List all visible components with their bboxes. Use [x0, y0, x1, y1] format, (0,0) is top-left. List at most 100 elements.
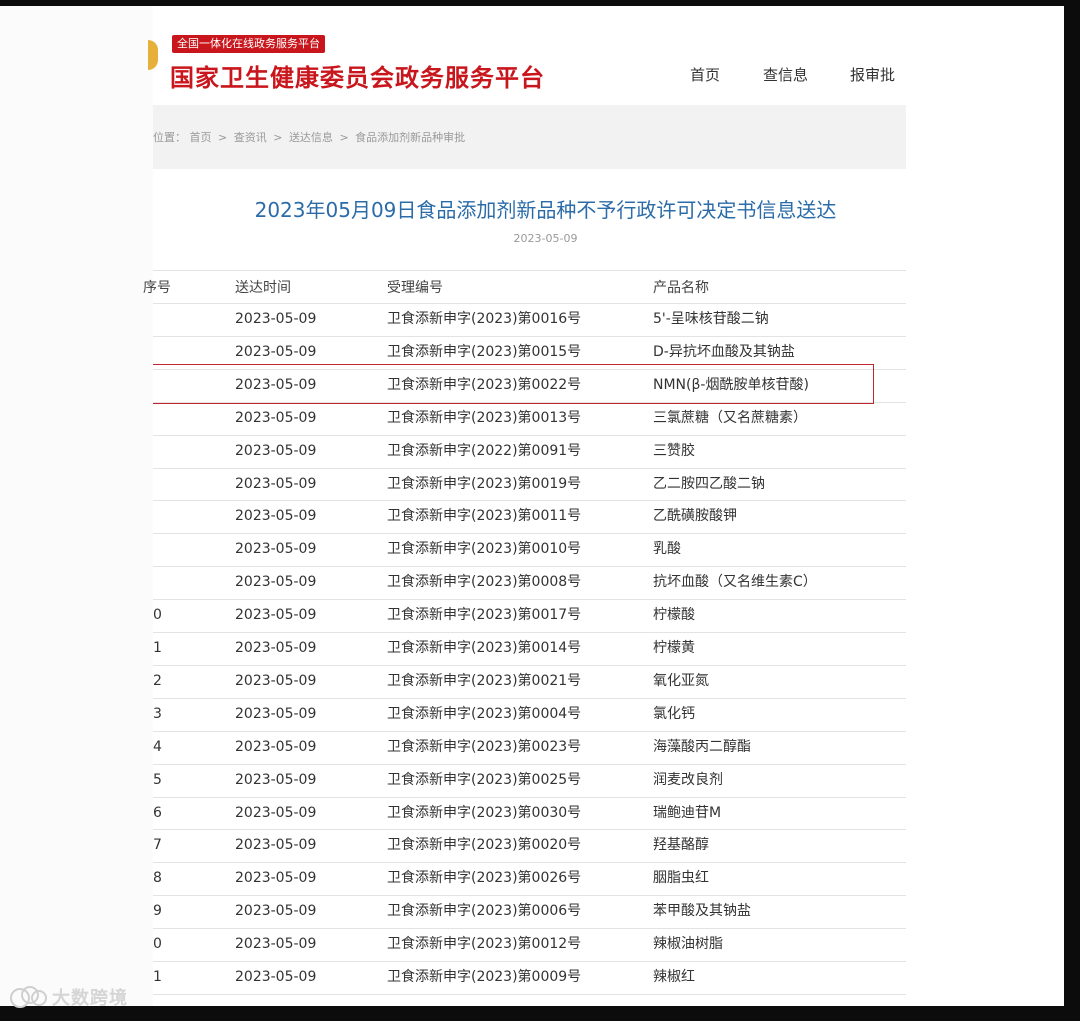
table-rule — [153, 335, 906, 337]
table-row: 3 2023-05-09 卫食添新申字(2023)第0004号 氯化钙 — [153, 698, 906, 731]
row-date: 2023-05-09 — [235, 475, 317, 492]
row-number: 4 — [153, 738, 162, 755]
row-date: 2023-05-09 — [235, 508, 317, 525]
row-product-name: 氧化亚氮 — [653, 672, 709, 689]
article-date: 2023-05-09 — [513, 232, 578, 245]
row-date: 2023-05-09 — [235, 640, 317, 656]
row-date: 2023-05-09 — [235, 771, 317, 788]
row-number: 8 — [153, 870, 162, 887]
row-product-name: 海藻酸丙二醇酯 — [653, 738, 751, 755]
table-rule — [153, 961, 906, 962]
row-product-name: 氯化钙 — [653, 705, 695, 722]
row-code: 卫食添新申字(2023)第0008号 — [387, 574, 582, 591]
row-code: 卫食添新申字(2023)第0004号 — [387, 705, 582, 722]
row-date: 2023-05-09 — [235, 409, 317, 426]
table-row: 2023-05-09 卫食添新申字(2023)第0011号 乙酰磺胺酸钾 — [153, 500, 906, 533]
row-number: 1 — [153, 969, 162, 985]
table-header: 序号 送达时间 受理编号 产品名称 — [143, 270, 906, 303]
row-code: 卫食添新申字(2023)第0025号 — [387, 771, 582, 788]
row-code: 卫食添新申字(2023)第0010号 — [387, 541, 582, 558]
row-code: 卫食添新申字(2023)第0009号 — [387, 969, 582, 985]
row-product-name: 5'-呈味核苷酸二钠 — [653, 311, 769, 327]
article-title: 2023年05月09日食品添加剂新品种不予行政许可决定书信息送达 — [254, 198, 837, 222]
table-row: 0 2023-05-09 卫食添新申字(2023)第0017号 柠檬酸 — [153, 599, 906, 632]
row-date: 2023-05-09 — [235, 936, 317, 953]
row-code: 卫食添新申字(2023)第0014号 — [387, 640, 582, 656]
row-number: 3 — [153, 705, 162, 722]
row-number: 0 — [153, 936, 162, 953]
breadcrumb-prefix: 位置： — [153, 131, 186, 144]
breadcrumb-separator: > — [218, 131, 228, 144]
table-row: 2023-05-09 卫食添新申字(2023)第0013号 三氯蔗糖（又名蔗糖素） — [153, 402, 906, 435]
table-row: 1 2023-05-09 卫食添新申字(2023)第0014号 柠檬黄 — [153, 632, 906, 665]
breadcrumb-news[interactable]: 查资讯 — [234, 131, 267, 144]
row-code: 卫食添新申字(2023)第0017号 — [387, 607, 582, 624]
table-row: 1 2023-05-09 卫食添新申字(2023)第0009号 辣椒红 — [153, 961, 906, 994]
row-code: 卫食添新申字(2023)第0011号 — [387, 508, 582, 525]
table-rule — [153, 632, 906, 633]
row-code: 卫食添新申字(2023)第0006号 — [387, 903, 582, 920]
table-rule — [153, 697, 906, 699]
row-date: 2023-05-09 — [235, 541, 317, 558]
row-product-name: D-异抗坏血酸及其钠盐 — [653, 343, 795, 360]
row-number: 0 — [153, 607, 162, 624]
row-number: 2 — [153, 672, 162, 689]
header-date: 送达时间 — [235, 280, 291, 296]
nav-home[interactable]: 首页 — [690, 64, 720, 85]
table-rule — [153, 895, 906, 897]
row-code: 卫食添新申字(2023)第0026号 — [387, 870, 582, 887]
table-rule — [153, 467, 906, 469]
header-no-text: 序号 — [143, 280, 171, 296]
breadcrumb: 位置： 首页 > 查资讯 > 送达信息 > 食品添加剂新品种审批 — [153, 129, 465, 145]
row-date: 2023-05-09 — [235, 870, 317, 887]
row-product-name: 羟基酪醇 — [653, 837, 709, 854]
left-margin — [0, 6, 153, 1006]
nav-apply-approval[interactable]: 报审批 — [850, 64, 895, 85]
row-date: 2023-05-09 — [235, 903, 317, 920]
table-row: 2023-05-09 卫食添新申字(2023)第0016号 5'-呈味核苷酸二钠 — [153, 303, 906, 336]
header-product: 产品名称 — [653, 280, 709, 296]
table-row: 2023-05-09 卫食添新申字(2023)第0010号 乳酸 — [153, 533, 906, 566]
nav-search-info[interactable]: 查信息 — [763, 64, 808, 85]
table-row: 9 2023-05-09 卫食添新申字(2023)第0006号 苯甲酸及其钠盐 — [153, 895, 906, 928]
table-row: 8 2023-05-09 卫食添新申字(2023)第0026号 胭脂虫红 — [153, 862, 906, 895]
row-code: 卫食添新申字(2023)第0020号 — [387, 837, 582, 854]
row-date: 2023-05-09 — [235, 343, 317, 360]
table-row: 4 2023-05-09 卫食添新申字(2023)第0023号 海藻酸丙二醇酯 — [153, 731, 906, 764]
row-number: 9 — [153, 903, 162, 920]
row-date: 2023-05-09 — [235, 804, 317, 821]
row-number: 6 — [153, 804, 162, 821]
row-date: 2023-05-09 — [235, 837, 317, 854]
table-rule — [153, 730, 906, 732]
platform-badge[interactable]: 全国一体化在线政务服务平台 — [172, 35, 325, 53]
breadcrumb-home[interactable]: 首页 — [190, 131, 212, 144]
row-product-name: 乳酸 — [653, 541, 681, 558]
row-date: 2023-05-09 — [235, 705, 317, 722]
header-no: 序号 — [143, 278, 171, 298]
table-rule — [153, 796, 906, 798]
table-row: 6 2023-05-09 卫食添新申字(2023)第0030号 瑞鲍迪苷M — [153, 797, 906, 830]
table-rule — [153, 862, 906, 864]
table-rule — [153, 533, 906, 535]
table-row: 2 2023-05-09 卫食添新申字(2023)第0021号 氧化亚氮 — [153, 665, 906, 698]
breadcrumb-current: 食品添加剂新品种审批 — [355, 131, 466, 144]
row-code: 卫食添新申字(2023)第0015号 — [387, 343, 582, 360]
table-rule — [153, 829, 906, 831]
table-row: 2023-05-09 卫食添新申字(2022)第0091号 三赞胶 — [153, 435, 906, 468]
site-title[interactable]: 国家卫生健康委员会政务服务平台 — [170, 58, 545, 93]
row-code: 卫食添新申字(2023)第0012号 — [387, 936, 582, 953]
row-product-name: 乙酰磺胺酸钾 — [653, 508, 737, 525]
row-date: 2023-05-09 — [235, 738, 317, 755]
row-code: 卫食添新申字(2023)第0016号 — [387, 311, 582, 327]
watermark-text: 大数跨境 — [52, 988, 128, 1009]
table-row: 2023-05-09 卫食添新申字(2023)第0019号 乙二胺四乙酸二钠 — [153, 468, 906, 501]
table-rule — [153, 434, 906, 436]
table-row: 5 2023-05-09 卫食添新申字(2023)第0025号 润麦改良剂 — [153, 764, 906, 797]
row-code: 卫食添新申字(2023)第0013号 — [387, 409, 582, 426]
breadcrumb-delivery[interactable]: 送达信息 — [289, 131, 333, 144]
row-product-name: 润麦改良剂 — [653, 771, 723, 788]
row-code: 卫食添新申字(2023)第0021号 — [387, 672, 582, 689]
table-row: 0 2023-05-09 卫食添新申字(2023)第0012号 辣椒油树脂 — [153, 928, 906, 961]
row-date: 2023-05-09 — [235, 442, 317, 459]
row-product-name: 柠檬酸 — [653, 607, 695, 624]
